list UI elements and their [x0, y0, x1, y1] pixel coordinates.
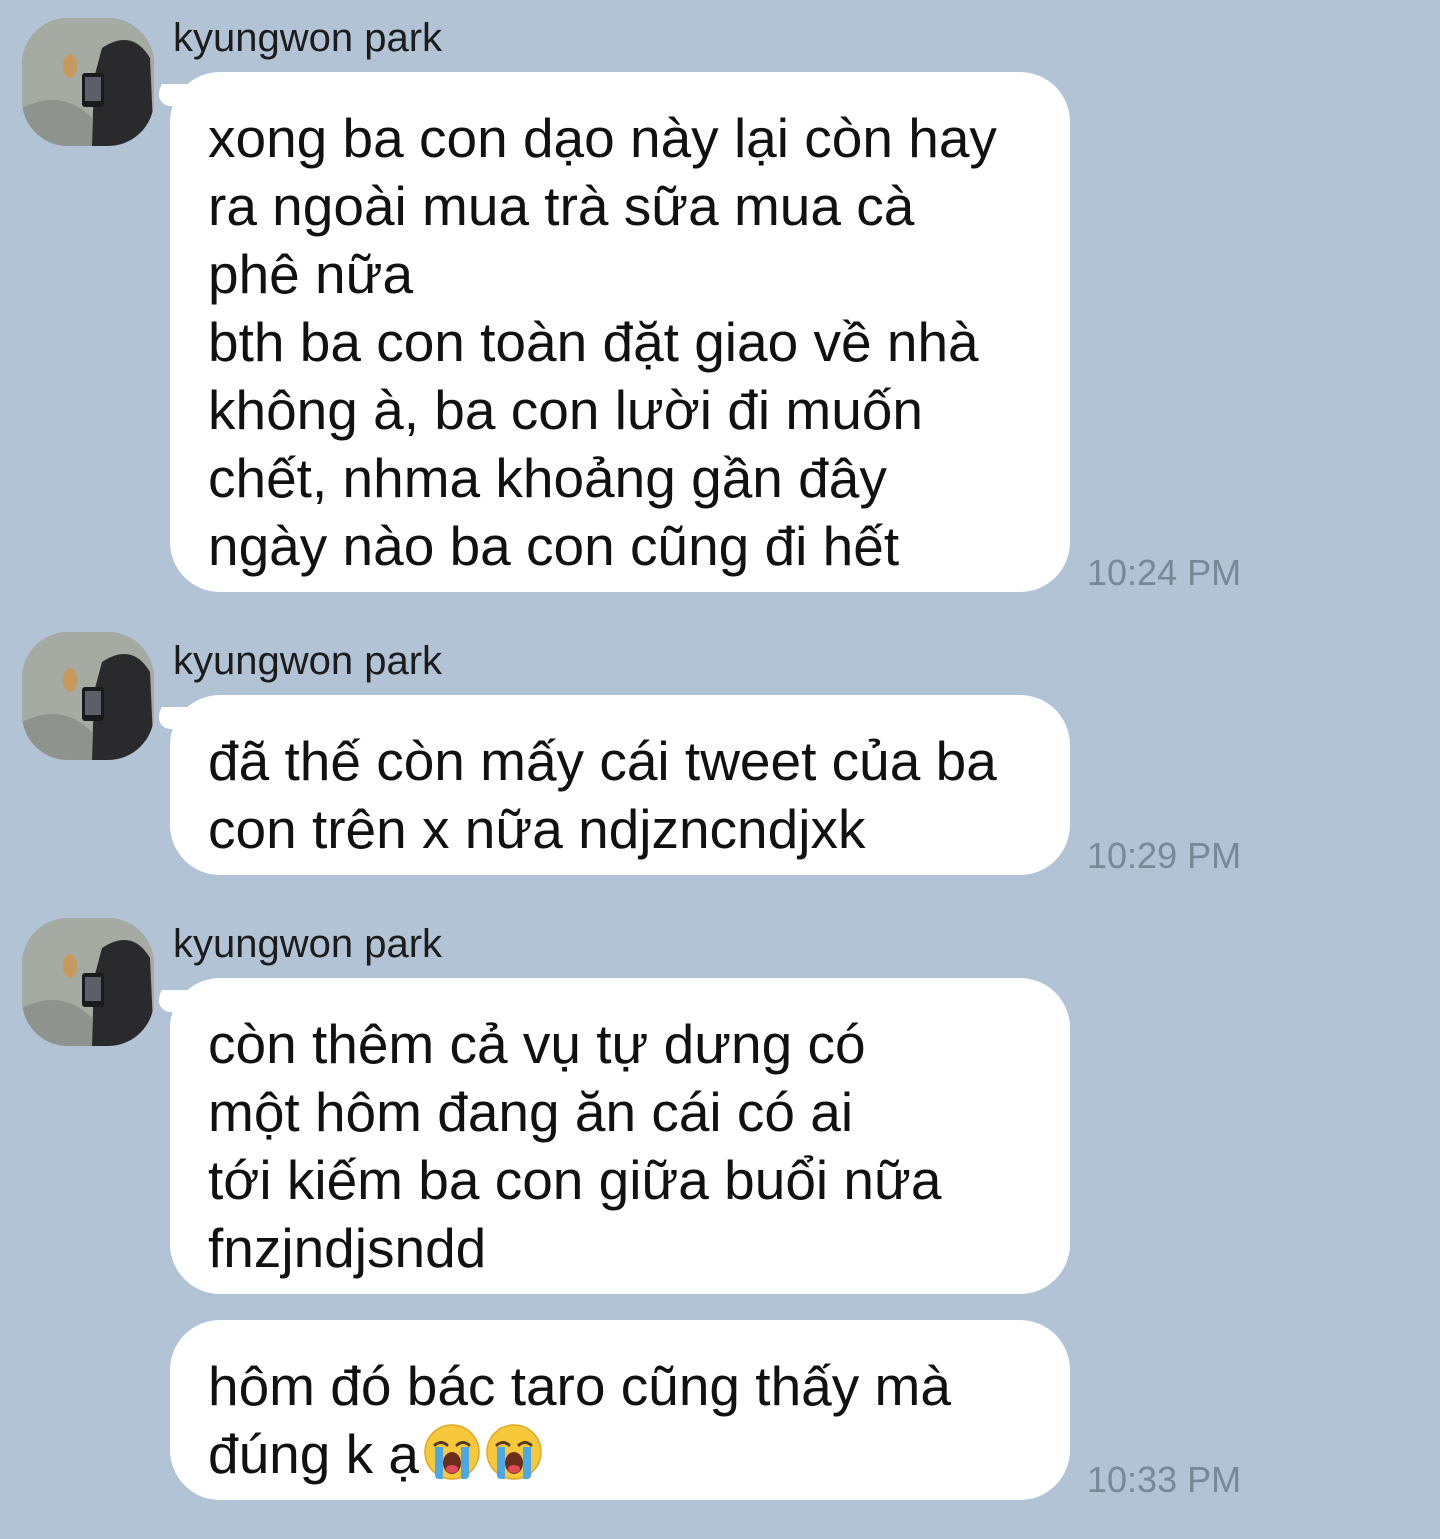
message-time: 10:24 PM	[1087, 552, 1242, 593]
loudly-crying-face-icon	[485, 1423, 543, 1481]
sender-avatar[interactable]	[22, 18, 154, 146]
message-bubble[interactable]: còn thêm cả vụ tự dưng có một hôm đang ă…	[170, 978, 1070, 1294]
sender-avatar[interactable]	[22, 918, 154, 1046]
message-time: 10:29 PM	[1087, 835, 1242, 876]
message-text: hôm đó bác taro cũng thấy mà đúng k ạ	[208, 1352, 1040, 1488]
sender-name: kyungwon park	[173, 922, 443, 966]
message-text: xong ba con dạo này lại còn hay ra ngoài…	[208, 107, 997, 577]
message-bubble[interactable]: hôm đó bác taro cũng thấy mà đúng k ạ	[170, 1320, 1070, 1500]
loudly-crying-face-icon	[423, 1423, 481, 1481]
message-time: 10:33 PM	[1087, 1459, 1242, 1500]
sender-avatar[interactable]	[22, 632, 154, 760]
message-text: đã thế còn mấy cái tweet của ba con trên…	[208, 730, 997, 860]
message-text: còn thêm cả vụ tự dưng có một hôm đang ă…	[208, 1013, 942, 1279]
message-text-content: hôm đó bác taro cũng thấy mà đúng k ạ	[208, 1355, 951, 1485]
sender-name: kyungwon park	[173, 639, 443, 683]
message-bubble[interactable]: xong ba con dạo này lại còn hay ra ngoài…	[170, 72, 1070, 592]
message-bubble[interactable]: đã thế còn mấy cái tweet của ba con trên…	[170, 695, 1070, 875]
sender-name: kyungwon park	[173, 16, 443, 60]
